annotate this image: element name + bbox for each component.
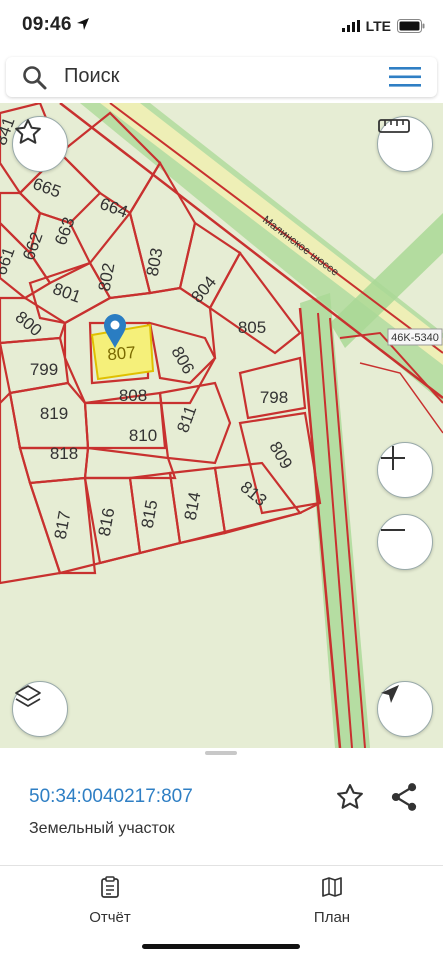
parcel-814: 814 bbox=[181, 490, 205, 521]
parcel-805: 805 bbox=[238, 318, 266, 337]
parcel-800: 800 bbox=[12, 307, 46, 340]
navigation-arrow-icon bbox=[381, 685, 399, 703]
parcel-info-sheet: 50:34:0040217:807 Земельный участок Отчё… bbox=[0, 748, 443, 960]
network-type: LTE bbox=[365, 18, 391, 34]
zoom-out-button[interactable] bbox=[377, 514, 433, 570]
tab-report[interactable]: Отчёт bbox=[50, 876, 170, 926]
parcel-807: 807 bbox=[107, 343, 137, 364]
map-icon bbox=[322, 877, 342, 897]
share-icon[interactable] bbox=[390, 782, 418, 812]
parcel-818: 818 bbox=[50, 444, 78, 463]
layers-icon bbox=[15, 685, 41, 707]
tab-plan-label: План bbox=[313, 909, 351, 926]
parcel-798: 798 bbox=[260, 388, 288, 407]
parcel-813: 813 bbox=[237, 477, 271, 510]
clipboard-icon bbox=[101, 876, 119, 898]
parcel-811: 811 bbox=[173, 403, 200, 435]
cadastral-number[interactable]: 50:34:0040217:807 bbox=[29, 786, 193, 808]
signal-icon bbox=[341, 20, 360, 32]
parcel-808: 808 bbox=[119, 386, 147, 405]
parcel-661: 661 bbox=[0, 245, 19, 278]
search-bar[interactable]: Поиск bbox=[6, 57, 437, 97]
location-arrow-icon bbox=[77, 18, 89, 30]
menu-icon[interactable] bbox=[389, 66, 421, 88]
ruler-icon bbox=[378, 119, 410, 133]
locate-me-button[interactable] bbox=[377, 681, 433, 737]
parcel-662: 662 bbox=[19, 230, 47, 263]
bookmark-star-icon[interactable] bbox=[335, 782, 365, 812]
star-icon bbox=[15, 119, 41, 144]
favorite-button[interactable] bbox=[12, 116, 68, 172]
divider bbox=[0, 865, 443, 866]
zoom-in-button[interactable] bbox=[377, 442, 433, 498]
parcel-819: 819 bbox=[40, 404, 68, 423]
parcel-801: 801 bbox=[50, 279, 83, 307]
tab-plan[interactable]: План bbox=[272, 876, 392, 926]
parcel-810: 810 bbox=[129, 426, 157, 445]
parcel-809: 809 bbox=[265, 438, 296, 472]
parcel-665: 665 bbox=[30, 174, 63, 202]
parcel-815: 815 bbox=[138, 498, 162, 529]
status-time: 09:46 bbox=[22, 14, 72, 35]
parcel-type: Земельный участок bbox=[29, 820, 175, 837]
route-label: 46K-5340 bbox=[391, 332, 439, 344]
parcel-802: 802 bbox=[95, 261, 119, 292]
status-indicators: LTE bbox=[341, 16, 425, 36]
status-bar: 09:46 LTE bbox=[0, 0, 443, 52]
battery-icon bbox=[397, 19, 425, 33]
parcel-804: 804 bbox=[187, 272, 220, 306]
home-indicator[interactable] bbox=[142, 944, 300, 949]
minus-icon bbox=[381, 529, 405, 531]
plus-icon bbox=[381, 446, 405, 470]
parcel-816: 816 bbox=[95, 506, 119, 537]
layers-button[interactable] bbox=[12, 681, 68, 737]
search-icon[interactable] bbox=[22, 65, 48, 91]
parcel-799: 799 bbox=[30, 360, 58, 379]
parcel-803: 803 bbox=[143, 246, 167, 277]
sheet-grabber[interactable] bbox=[205, 751, 237, 755]
ruler-button[interactable] bbox=[377, 116, 433, 172]
search-input[interactable]: Поиск bbox=[64, 65, 119, 88]
parcel-806: 806 bbox=[167, 343, 198, 377]
tab-report-label: Отчёт bbox=[89, 909, 131, 926]
parcel-817: 817 bbox=[51, 509, 75, 540]
map-canvas[interactable]: Малинское шоссе 46K-5340 841 665 664 663… bbox=[0, 103, 443, 748]
route-shield: 46K-5340 bbox=[387, 328, 443, 346]
cadastral-map[interactable]: Малинское шоссе 46K-5340 841 665 664 663… bbox=[0, 103, 443, 748]
parcels-layer bbox=[0, 103, 322, 585]
